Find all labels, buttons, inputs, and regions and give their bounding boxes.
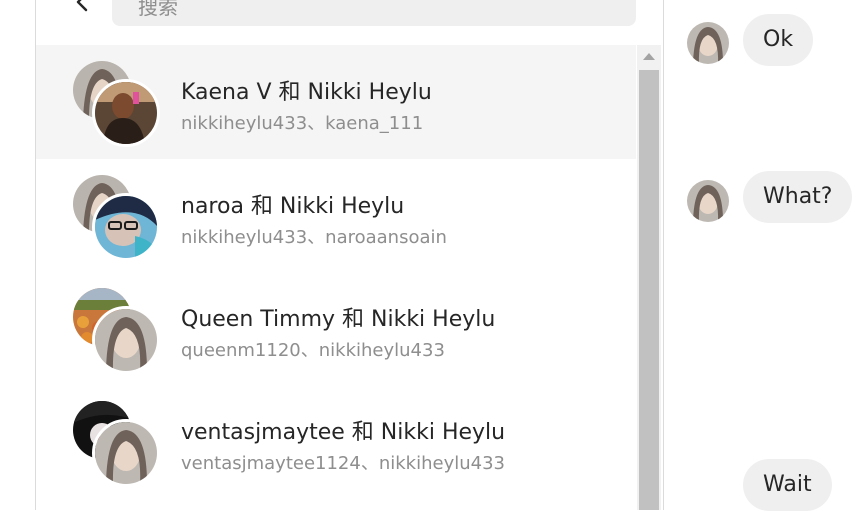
conversation-list: Kaena V 和 Nikki Heylu nikkiheylu433、kaen… (36, 45, 636, 510)
conversation-members: nikkiheylu433、naroaansoain (181, 227, 447, 248)
chat-area: Ok What? Wait (663, 0, 864, 511)
conversation-members: nikkiheylu433、kaena_111 (181, 113, 424, 134)
sender-avatar[interactable] (687, 22, 729, 64)
avatar-nikki (92, 419, 160, 487)
message-bubble[interactable]: Wait (743, 459, 832, 511)
message-bubble[interactable]: What? (743, 171, 853, 223)
avatar-nikki (92, 306, 160, 374)
conversation-row[interactable]: naroa 和 Nikki Heylu nikkiheylu433、naroaa… (36, 159, 636, 273)
scrollbar[interactable] (637, 45, 661, 510)
search-input[interactable] (136, 0, 620, 28)
conversation-title: naroa 和 Nikki Heylu (181, 194, 405, 219)
conversation-members: queenm1120、nikkiheylu433 (181, 340, 445, 361)
scrollbar-thumb[interactable] (639, 70, 659, 510)
back-arrow-icon[interactable] (70, 0, 94, 16)
message-bubble[interactable]: Ok (743, 14, 814, 66)
conversation-row[interactable]: Kaena V 和 Nikki Heylu nikkiheylu433、kaen… (36, 45, 636, 159)
conversation-row[interactable]: ventasjmaytee 和 Nikki Heylu ventasjmayte… (36, 385, 636, 499)
conversation-row[interactable]: Queen Timmy 和 Nikki Heylu queenm1120、nik… (36, 272, 636, 386)
conversation-title: ventasjmaytee 和 Nikki Heylu (181, 420, 506, 445)
conversation-panel: Kaena V 和 Nikki Heylu nikkiheylu433、kaen… (35, 0, 664, 510)
conversation-members: ventasjmaytee1124、nikkiheylu433 (181, 453, 505, 474)
scroll-up-arrow-icon[interactable] (643, 53, 655, 60)
avatar-naroa (92, 193, 160, 261)
group-avatar (73, 401, 163, 487)
avatar-kaena (92, 79, 160, 147)
sender-avatar[interactable] (687, 180, 729, 222)
search-box (112, 0, 636, 28)
group-avatar (73, 288, 163, 374)
group-avatar (73, 175, 163, 261)
group-avatar (73, 61, 163, 147)
conversation-title: Kaena V 和 Nikki Heylu (181, 80, 432, 105)
conversation-title: Queen Timmy 和 Nikki Heylu (181, 307, 496, 332)
